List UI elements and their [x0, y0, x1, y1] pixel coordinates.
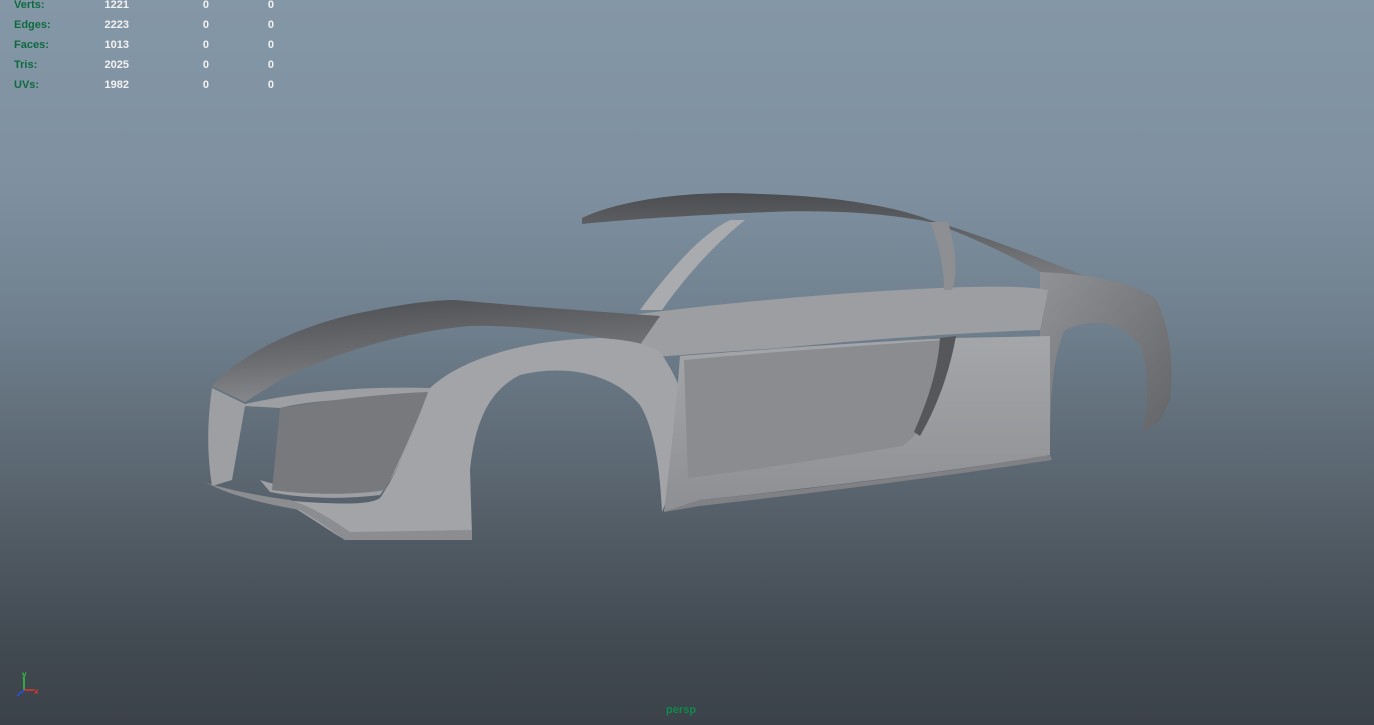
roof-panel: [582, 193, 1090, 278]
a-pillar: [640, 220, 745, 310]
rear-fender: [1040, 272, 1172, 460]
z-axis-line: [16, 689, 25, 697]
perspective-viewport[interactable]: Verts: 1221 0 0 Edges: 2223 0 0 Faces: 1…: [0, 0, 1374, 725]
y-axis-label: y: [22, 670, 27, 679]
axis-gizmo: y x: [16, 670, 39, 697]
camera-name-label: persp: [666, 704, 696, 716]
x-axis-label: x: [34, 687, 39, 696]
car-body-mesh[interactable]: [0, 0, 1374, 725]
b-pillar: [930, 222, 956, 290]
